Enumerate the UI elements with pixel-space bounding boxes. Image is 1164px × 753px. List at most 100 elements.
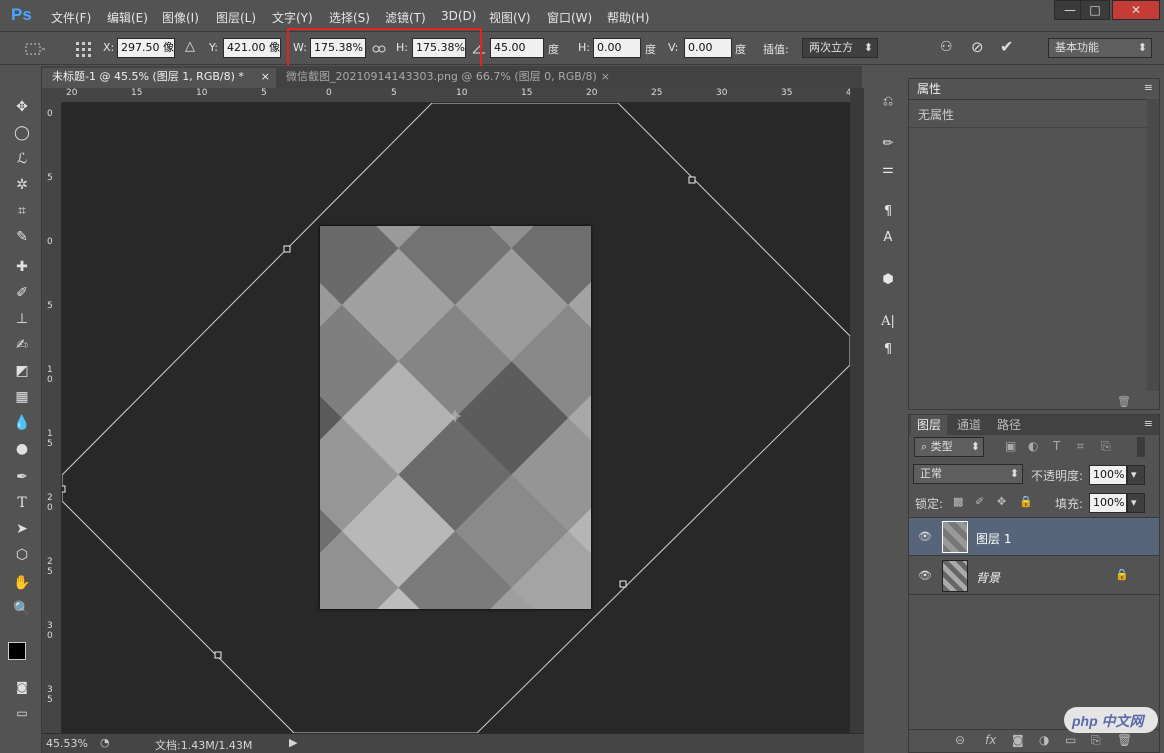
type-tool-icon[interactable]: T — [10, 492, 34, 514]
link-layers-icon[interactable]: ⊝ — [955, 733, 965, 747]
lock-pixels-icon[interactable]: ✐ — [975, 495, 984, 508]
brush-tool-icon[interactable]: ✐ — [10, 282, 34, 304]
vertical-scrollbar[interactable] — [850, 88, 864, 733]
dodge-tool-icon[interactable]: ● — [10, 438, 34, 460]
status-info-icon[interactable]: ◔ — [100, 736, 110, 749]
canvas-area[interactable] — [62, 103, 850, 733]
menu-layer[interactable]: 图层(L) — [216, 9, 256, 26]
history-panel-icon[interactable]: ⎌ — [878, 92, 898, 112]
pixel-filter-icon[interactable]: ▣ — [1005, 439, 1016, 453]
add-mask-icon[interactable]: ◙ — [1012, 733, 1024, 747]
workspace-select[interactable]: 基本功能 ⬍ — [1048, 38, 1152, 58]
opacity-dropdown-icon[interactable]: ▾ — [1127, 465, 1145, 485]
character-panel-icon[interactable]: A| — [878, 312, 898, 332]
close-window-button[interactable]: ✕ — [1112, 0, 1160, 20]
visibility-eye-icon[interactable]: 👁 — [918, 530, 932, 543]
eraser-icon[interactable]: ◩ — [10, 360, 34, 382]
interpolation-select[interactable]: 两次立方 ⬍ — [802, 38, 878, 58]
panel-menu-icon[interactable]: ≡ — [1144, 417, 1153, 430]
zoom-level[interactable]: 45.53% — [46, 737, 88, 750]
layer-kind-filter[interactable]: ⌕ 类型 ⬍ — [914, 437, 984, 457]
blur-tool-icon[interactable]: 💧 — [10, 412, 34, 434]
hand-tool-icon[interactable]: ✋ — [10, 572, 34, 594]
transform-handle[interactable] — [62, 485, 66, 493]
menu-view[interactable]: 视图(V) — [489, 9, 531, 26]
tab-wechat-screenshot[interactable]: 微信截图_20210914143303.png @ 66.7% (图层 0, R… — [276, 68, 616, 88]
y-field[interactable]: 421.00 像 — [223, 38, 281, 58]
blend-mode-select[interactable]: 正常 ⬍ — [913, 464, 1023, 484]
horizontal-ruler[interactable]: 20151050510152025303540 — [62, 88, 857, 103]
tab-layers[interactable]: 图层 — [911, 415, 948, 435]
quick-mask-icon[interactable]: ◙ — [10, 676, 34, 698]
transform-handle[interactable] — [214, 651, 222, 659]
layer-row[interactable]: 👁 图层 1 — [909, 518, 1159, 556]
visibility-eye-icon[interactable]: 👁 — [918, 569, 932, 582]
new-group-icon[interactable]: ▭ — [1065, 733, 1076, 747]
new-layer-icon[interactable]: ⎘ — [1091, 733, 1101, 748]
3d-panel-icon[interactable]: ⬢ — [878, 270, 898, 290]
pen-tool-icon[interactable]: ✒ — [10, 466, 34, 488]
opacity-field[interactable]: 100% — [1089, 465, 1127, 485]
hskew-field[interactable]: 0.00 — [593, 38, 641, 58]
vertical-ruler[interactable]: 0 5 0 5 1 0 1 5 2 0 2 5 3 0 3 5 — [42, 103, 62, 733]
tab-properties[interactable]: 属性 — [911, 79, 948, 99]
menu-image[interactable]: 图像(I) — [162, 9, 199, 26]
adjustments-panel-icon[interactable]: ⚌ — [878, 160, 898, 180]
paragraph-styles-icon[interactable]: ¶ — [878, 202, 898, 222]
menu-help[interactable]: 帮助(H) — [607, 9, 649, 26]
cancel-transform-icon[interactable]: ⊘ — [971, 38, 984, 56]
brush-panel-icon[interactable]: ✏ — [878, 134, 898, 154]
tab-channels[interactable]: 通道 — [951, 415, 987, 435]
shape-filter-icon[interactable]: ⌗ — [1077, 439, 1084, 454]
properties-scrollbar[interactable] — [1147, 99, 1159, 391]
history-brush-icon[interactable]: ✍ — [10, 334, 34, 356]
fill-field[interactable]: 100% — [1089, 493, 1127, 513]
gradient-tool-icon[interactable]: ▦ — [10, 386, 34, 408]
vskew-field[interactable]: 0.00 — [684, 38, 732, 58]
commit-transform-icon[interactable]: ✔ — [1000, 37, 1013, 56]
transform-handle[interactable] — [619, 580, 627, 588]
layer-name[interactable]: 图层 1 — [976, 530, 1011, 547]
move-tool-icon[interactable]: ✥ — [10, 96, 34, 118]
screen-mode-icon[interactable]: ▭ — [10, 702, 34, 724]
transform-handle[interactable] — [283, 245, 291, 253]
transform-center-icon[interactable] — [449, 410, 461, 422]
smart-object-filter-icon[interactable]: ⎘ — [1101, 439, 1111, 454]
filter-toggle[interactable] — [1137, 437, 1145, 457]
shape-tool-icon[interactable]: ⬡ — [10, 544, 34, 566]
reference-point-icon[interactable] — [74, 40, 94, 61]
tab-close-icon[interactable]: × — [261, 68, 270, 86]
healing-brush-icon[interactable]: ✚ — [10, 256, 34, 278]
fill-dropdown-icon[interactable]: ▾ — [1127, 493, 1145, 513]
adjustment-layer-icon[interactable]: ◑ — [1039, 733, 1049, 747]
warp-mode-icon[interactable]: ⚇ — [940, 39, 953, 55]
paragraph-panel-icon[interactable]: ¶ — [878, 340, 898, 360]
tab-paths[interactable]: 路径 — [991, 415, 1027, 435]
zoom-tool-icon[interactable]: 🔍 — [10, 598, 34, 620]
menu-window[interactable]: 窗口(W) — [547, 9, 592, 26]
lasso-tool-icon[interactable]: ℒ — [10, 148, 34, 170]
menu-type[interactable]: 文字(Y) — [272, 9, 313, 26]
crop-tool-icon[interactable]: ⌗ — [10, 200, 34, 222]
angle-field[interactable]: 45.00 — [490, 38, 544, 58]
menu-select[interactable]: 选择(S) — [329, 9, 370, 26]
foreground-color-swatch[interactable] — [8, 642, 26, 660]
magic-wand-icon[interactable]: ✲ — [10, 174, 34, 196]
delta-icon[interactable]: △ — [185, 39, 195, 54]
delete-layer-icon[interactable]: 🗑 — [1117, 733, 1132, 747]
maximize-button[interactable]: □ — [1080, 0, 1110, 20]
x-field[interactable]: 297.50 像 — [117, 38, 175, 58]
path-select-icon[interactable]: ➤ — [10, 518, 34, 540]
lock-all-icon[interactable]: 🔒 — [1019, 495, 1033, 508]
lock-position-icon[interactable]: ✥ — [997, 495, 1006, 508]
type-filter-icon[interactable]: T — [1053, 439, 1060, 453]
menu-edit[interactable]: 编辑(E) — [107, 9, 148, 26]
tab-untitled-1[interactable]: 未标题-1 @ 45.5% (图层 1, RGB/8) * × — [42, 68, 276, 88]
layer-name[interactable]: 背景 — [976, 569, 1000, 586]
menu-3d[interactable]: 3D(D) — [441, 9, 476, 23]
trash-icon[interactable]: 🗑 — [1117, 395, 1131, 408]
transform-bounding-box[interactable] — [62, 103, 850, 733]
eyedropper-icon[interactable]: ✎ — [10, 226, 34, 248]
marquee-tool-icon[interactable]: ◯ — [10, 122, 34, 144]
layer-style-icon[interactable]: fx — [985, 733, 996, 747]
